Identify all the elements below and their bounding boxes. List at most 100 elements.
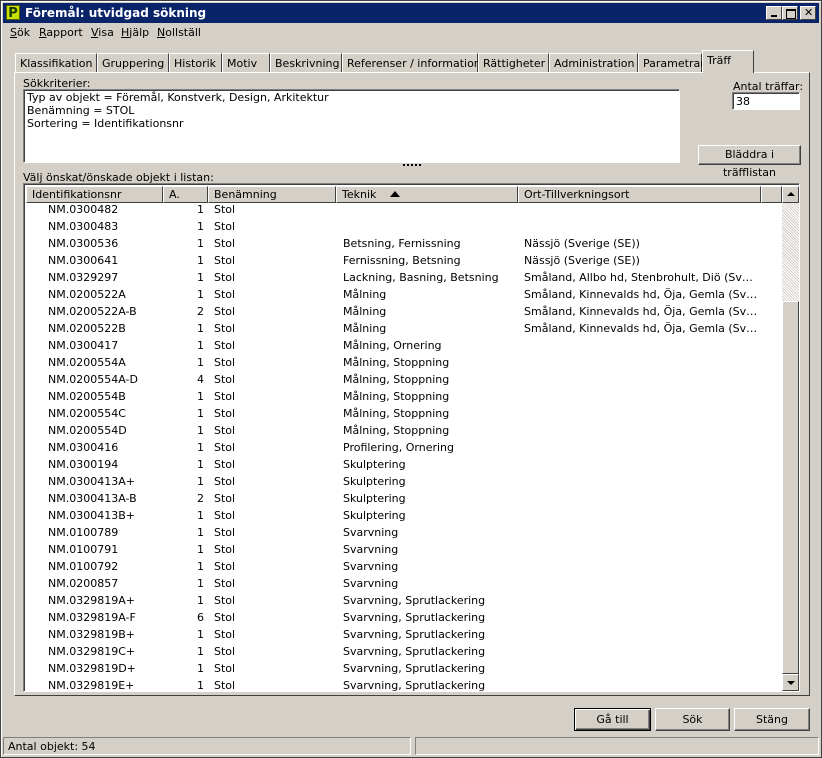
- cell-name: Stol: [214, 424, 236, 437]
- cell-name: Stol: [214, 526, 236, 539]
- cell-id: NM.0300413B+: [48, 509, 135, 522]
- cell-count: 1: [197, 679, 204, 691]
- cell-count: 6: [197, 611, 204, 624]
- table-row[interactable]: NM.0329819D+ 1 Stol Svarvning, Sprutlackeri…: [26, 660, 782, 677]
- tab-motiv[interactable]: Motiv: [222, 53, 270, 72]
- hits-count-field: 38: [732, 92, 800, 110]
- table-row[interactable]: NM.0200522A 1 Stol Målning Småland, Kinneval…: [26, 286, 782, 303]
- menu-sök[interactable]: Sök: [10, 26, 30, 39]
- tab-administration[interactable]: Administration: [549, 53, 638, 72]
- column-header[interactable]: Identifikationsnr: [26, 186, 163, 203]
- maximize-button[interactable]: [782, 6, 798, 20]
- column-header[interactable]: Ort-Tillverkningsort: [518, 186, 761, 203]
- cell-id: NM.0200554C: [48, 407, 126, 420]
- cell-count: 1: [197, 390, 204, 403]
- cell-count: 1: [197, 356, 204, 369]
- scroll-track[interactable]: [782, 203, 799, 301]
- cell-name: Stol: [214, 407, 236, 420]
- table-row[interactable]: NM.0329819E+ 1 Stol Svarvning, Sprutlackeri…: [26, 677, 782, 691]
- cell-id: NM.0329819C+: [48, 645, 136, 658]
- cell-technique: Målning, Stoppning: [343, 356, 450, 369]
- table-row[interactable]: NM.0329819A-F 6 Stol Svarvning, Sprutlacker…: [26, 609, 782, 626]
- tab-parametrar[interactable]: Parametrar: [638, 53, 705, 72]
- cell-count: 1: [197, 662, 204, 675]
- menu-bar: Sök Rapport Visa Hjälp Nollställ: [3, 24, 819, 42]
- table-row[interactable]: NM.0329819B+ 1 Stol Svarvning, Sprutlackeri…: [26, 626, 782, 643]
- cell-name: Stol: [214, 662, 236, 675]
- table-row[interactable]: NM.0300413A-B 2 Stol Skulptering: [26, 490, 782, 507]
- table-row[interactable]: NM.0200554B 1 Stol Målning, Stoppning: [26, 388, 782, 405]
- cell-count: 2: [197, 492, 204, 505]
- table-row[interactable]: NM.0329819A+ 1 Stol Svarvning, Sprutlackeri…: [26, 592, 782, 609]
- table-body: NM.0300482 1 Stol NM.0300483 1 Stol NM.0300536…: [26, 203, 782, 691]
- close-button[interactable]: Stäng: [734, 708, 810, 731]
- cell-technique: Svarvning, Sprutlackering: [343, 645, 486, 658]
- table-row[interactable]: NM.0300536 1 Stol Betsning, Fernissning Näss…: [26, 235, 782, 252]
- tab-beskrivning[interactable]: Beskrivning: [270, 53, 342, 72]
- cell-id: NM.0329819D+: [48, 662, 136, 675]
- cell-technique: Skulptering: [343, 509, 406, 522]
- vertical-scrollbar[interactable]: [782, 186, 799, 691]
- cell-count: 1: [197, 322, 204, 335]
- table-row[interactable]: NM.0329297 1 Stol Lackning, Basning, Betsni…: [26, 269, 782, 286]
- column-header[interactable]: Benämning: [208, 186, 336, 203]
- cell-count: 1: [197, 560, 204, 573]
- cell-count: 2: [197, 305, 204, 318]
- cell-id: NM.0200522A-B: [48, 305, 137, 318]
- table-row[interactable]: NM.0200857 1 Stol Svarvning: [26, 575, 782, 592]
- table-row[interactable]: NM.0200522A-B 2 Stol Målning Småland, Kinnev…: [26, 303, 782, 320]
- tab-gruppering[interactable]: Gruppering: [97, 53, 169, 72]
- tab-klassifikation[interactable]: Klassifikation: [15, 53, 97, 72]
- cell-count: 1: [197, 254, 204, 267]
- minimize-button[interactable]: [766, 6, 782, 20]
- search-button[interactable]: Sök: [655, 708, 730, 731]
- scroll-up-button[interactable]: [782, 186, 799, 203]
- table-row[interactable]: NM.0200554A 1 Stol Målning, Stoppning: [26, 354, 782, 371]
- table-row[interactable]: NM.0200522B 1 Stol Målning Småland, Kinneval…: [26, 320, 782, 337]
- tab-rättigheter[interactable]: Rättigheter: [478, 53, 549, 72]
- cell-technique: Svarvning, Sprutlackering: [343, 594, 486, 607]
- table-row[interactable]: NM.0300416 1 Stol Profilering, Ornering: [26, 439, 782, 456]
- tab-historik[interactable]: Historik: [169, 53, 222, 72]
- cell-name: Stol: [214, 475, 236, 488]
- cell-id: NM.0329297: [48, 271, 119, 284]
- cell-name: Stol: [214, 203, 236, 216]
- resize-grip[interactable]: [403, 164, 421, 170]
- cell-name: Stol: [214, 594, 236, 607]
- close-window-button[interactable]: ✕: [800, 6, 816, 20]
- cell-count: 1: [197, 424, 204, 437]
- table-row[interactable]: NM.0300641 1 Stol Fernissning, Betsning Näss…: [26, 252, 782, 269]
- cell-technique: Svarvning: [343, 543, 399, 556]
- table-row[interactable]: NM.0300482 1 Stol: [26, 203, 782, 218]
- column-header[interactable]: Teknik: [336, 186, 518, 203]
- criteria-textbox[interactable]: Typ av objekt = Föremål, Konstverk, Desi…: [23, 89, 680, 163]
- cell-name: Stol: [214, 220, 236, 233]
- scroll-down-button[interactable]: [782, 674, 799, 691]
- table-row[interactable]: NM.0100791 1 Stol Svarvning: [26, 541, 782, 558]
- title-bar[interactable]: P Föremål: utvidgad sökning ✕: [3, 3, 819, 23]
- table-row[interactable]: NM.0100789 1 Stol Svarvning: [26, 524, 782, 541]
- column-header[interactable]: A.: [163, 186, 208, 203]
- menu-rapport[interactable]: Rapport: [39, 26, 83, 39]
- menu-visa[interactable]: Visa: [91, 26, 114, 39]
- table-row[interactable]: NM.0300194 1 Stol Skulptering: [26, 456, 782, 473]
- cell-name: Stol: [214, 611, 236, 624]
- cell-count: 4: [197, 373, 204, 386]
- cell-name: Stol: [214, 543, 236, 556]
- table-row[interactable]: NM.0200554C 1 Stol Målning, Stoppning: [26, 405, 782, 422]
- tab-träff[interactable]: Träff: [702, 50, 754, 73]
- scroll-thumb[interactable]: [782, 301, 799, 674]
- table-row[interactable]: NM.0200554A-D 4 Stol Målning, Stoppning: [26, 371, 782, 388]
- browse-hits-button[interactable]: Bläddra i träfflistan: [698, 145, 801, 179]
- table-row[interactable]: NM.0300417 1 Stol Målning, Ornering: [26, 337, 782, 354]
- table-row[interactable]: NM.0100792 1 Stol Svarvning: [26, 558, 782, 575]
- table-row[interactable]: NM.0329819C+ 1 Stol Svarvning, Sprutlackeri…: [26, 643, 782, 660]
- menu-nollställ[interactable]: Nollställ: [157, 26, 201, 39]
- tab-referenser-information[interactable]: Referenser / information: [342, 53, 481, 72]
- table-row[interactable]: NM.0200554D 1 Stol Målning, Stoppning: [26, 422, 782, 439]
- table-row[interactable]: NM.0300483 1 Stol: [26, 218, 782, 235]
- table-row[interactable]: NM.0300413B+ 1 Stol Skulptering: [26, 507, 782, 524]
- table-row[interactable]: NM.0300413A+ 1 Stol Skulptering: [26, 473, 782, 490]
- goto-button[interactable]: Gå till: [574, 708, 651, 731]
- menu-hjälp[interactable]: Hjälp: [121, 26, 149, 39]
